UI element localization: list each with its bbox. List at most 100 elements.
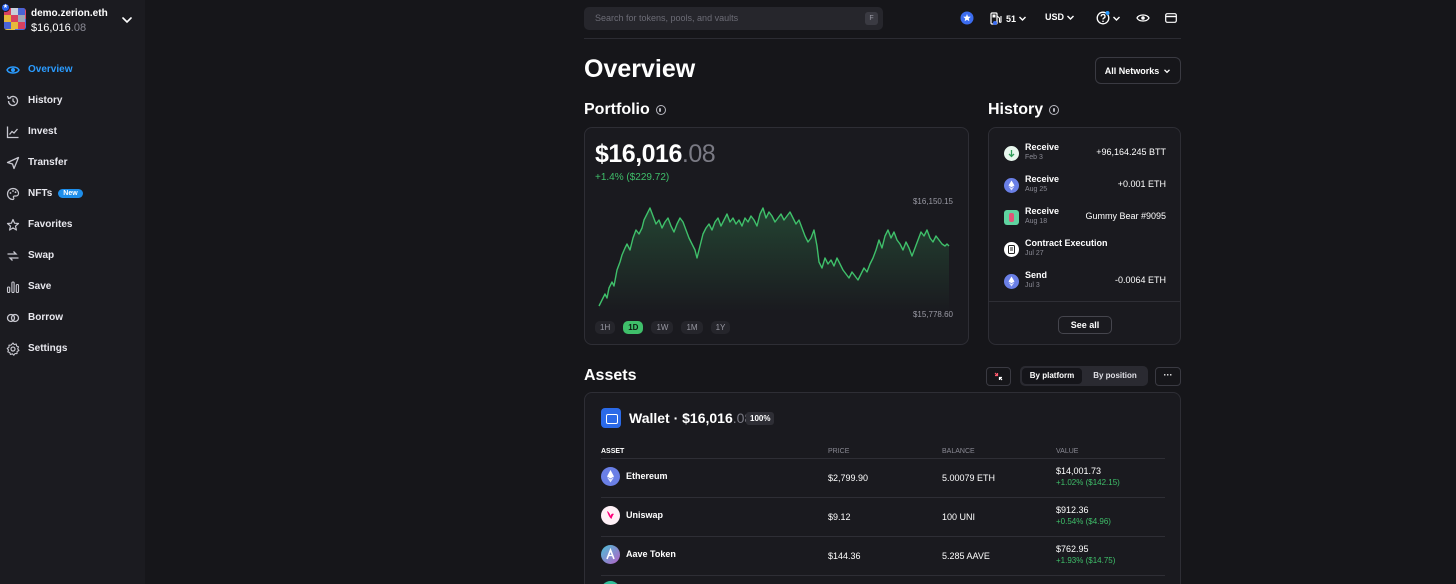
history-amount: Gummy Bear #9095 [1085,211,1166,221]
info-icon[interactable] [655,105,666,115]
page-title: Overview [584,55,696,83]
history-type: Contract Execution [1025,238,1108,248]
divider [601,575,1165,576]
chart-area [599,208,949,312]
range-selector: 1H 1D 1W 1M 1Y [595,321,731,334]
history-date: Jul 27 [1025,250,1044,257]
table-row[interactable]: Ethereum $2,799.90 5.00079 ETH $14,001.7… [601,459,1165,497]
ethereum-icon [1004,274,1019,289]
portfolio-chart[interactable] [597,200,955,312]
info-icon[interactable] [1049,105,1060,115]
portfolio-title: Portfolio [584,101,650,118]
history-title: History [988,101,1044,118]
assets-heading: Assets [584,367,636,385]
history-icon [6,95,19,106]
bar-chart-icon [6,280,20,293]
sidebar-item-transfer[interactable]: Transfer [0,147,145,178]
arrow-down-icon [1004,146,1019,161]
sidebar-item-settings[interactable]: Settings [0,333,145,364]
asset-price: $2,799.90 [828,473,869,483]
history-item[interactable]: Receive Feb 3 +96,164.245 BTT [1004,142,1166,168]
send-icon [6,156,20,169]
wallet-card: Wallet · $16,016.08 100% ASSET PRICE BAL… [584,392,1181,584]
range-1w[interactable]: 1W [651,321,674,334]
portfolio-value: $16,016.08 [595,140,716,168]
sidebar-item-overview[interactable]: Overview [0,54,145,85]
collapse-icon [994,372,1003,381]
range-1y[interactable]: 1Y [710,321,731,334]
more-options-button[interactable]: ··· [1155,367,1181,386]
history-amount: +96,164.245 BTT [1096,147,1166,157]
table-row[interactable]: Aave Token $144.36 5.285 AAVE $762.95 +1… [601,537,1165,575]
asset-balance: 5.00079 ETH [942,473,996,483]
by-position-option[interactable]: By position [1084,368,1146,384]
wallet-percent-badge: 100% [746,412,775,425]
history-item[interactable]: Contract Execution Jul 27 [1004,238,1166,264]
network-selector[interactable]: All Networks [1095,57,1181,84]
history-item[interactable]: Send Jul 3 -0.0064 ETH [1004,270,1166,296]
column-header-value: VALUE [1056,448,1079,455]
top-toolbar: 51 USD [0,9,1456,29]
sidebar-item-label: Settings [28,343,68,354]
collapse-button[interactable] [986,367,1011,386]
asset-price: $144.36 [828,551,861,561]
rewards-button[interactable] [960,11,974,25]
history-item[interactable]: Receive Aug 18 Gummy Bear #9095 [1004,206,1166,232]
borrow-icon [6,313,20,322]
star-badge-icon [960,11,974,25]
sidebar-item-nfts[interactable]: NFTs New [0,178,145,209]
range-1d[interactable]: 1D [623,321,644,334]
sidebar-item-save[interactable]: Save [0,271,145,302]
sidebar-item-label: Borrow [28,312,63,323]
visibility-toggle[interactable] [1136,12,1150,24]
history-card: Receive Feb 3 +96,164.245 BTT Receive Au… [988,127,1181,345]
portfolio-heading: Portfolio [584,101,666,119]
asset-change: +1.93% ($14.75) [1056,556,1116,565]
network-selector-label: All Networks [1104,65,1160,76]
sidebar-item-history[interactable]: History [0,85,145,116]
chevron-down-icon [1019,16,1027,21]
help-button[interactable] [1096,11,1121,25]
sidebar-item-borrow[interactable]: Borrow [0,302,145,333]
currency-label: USD [1045,12,1065,22]
asset-price: $9.12 [828,512,851,522]
uniswap-icon [601,506,620,525]
wallet-icon [601,408,621,428]
chevron-down-icon [1067,15,1075,20]
star-icon [6,218,20,231]
wallet-card-button[interactable] [1165,13,1177,23]
asset-change: +0.54% ($4.96) [1056,517,1111,526]
sidebar-item-label: Save [28,281,52,292]
asset-balance: 5.285 AAVE [942,551,990,561]
nft-thumbnail-icon [1004,210,1019,225]
aave-icon [601,545,620,564]
range-1m[interactable]: 1M [681,321,703,334]
history-type: Receive [1025,206,1060,216]
gas-price-button[interactable]: 51 [990,12,1027,25]
ethereum-icon [601,467,620,486]
currency-selector[interactable]: USD [1045,12,1075,22]
wallet-title: Wallet · $16,016.08 [629,410,753,426]
gas-value: 51 [1006,13,1017,24]
range-1h[interactable]: 1H [595,321,616,334]
sidebar-item-label: Swap [28,250,55,261]
card-icon [1165,13,1177,23]
history-type: Send [1025,270,1048,280]
portfolio-card: $16,016.08 +1.4% ($229.72) $16,150.15 $1… [584,127,969,345]
sidebar-item-label: Favorites [28,219,73,230]
see-all-button[interactable]: See all [1058,316,1112,334]
sidebar-item-label: NFTs [28,188,53,199]
history-date: Aug 25 [1025,186,1048,193]
table-row[interactable]: Uniswap $9.12 100 UNI $912.36 +0.54% ($4… [601,498,1165,536]
sidebar-item-label: History [28,95,63,106]
sidebar-item-favorites[interactable]: Favorites [0,209,145,240]
assets-title: Assets [584,367,637,384]
column-header-asset: ASSET [601,448,625,455]
sidebar-item-swap[interactable]: Swap [0,240,145,271]
chevron-down-icon [1113,16,1120,21]
by-platform-option[interactable]: By platform [1022,368,1082,384]
ethereum-icon [1004,178,1019,193]
sidebar-item-invest[interactable]: Invest [0,116,145,147]
history-item[interactable]: Receive Aug 25 +0.001 ETH [1004,174,1166,200]
new-badge: New [58,189,83,198]
